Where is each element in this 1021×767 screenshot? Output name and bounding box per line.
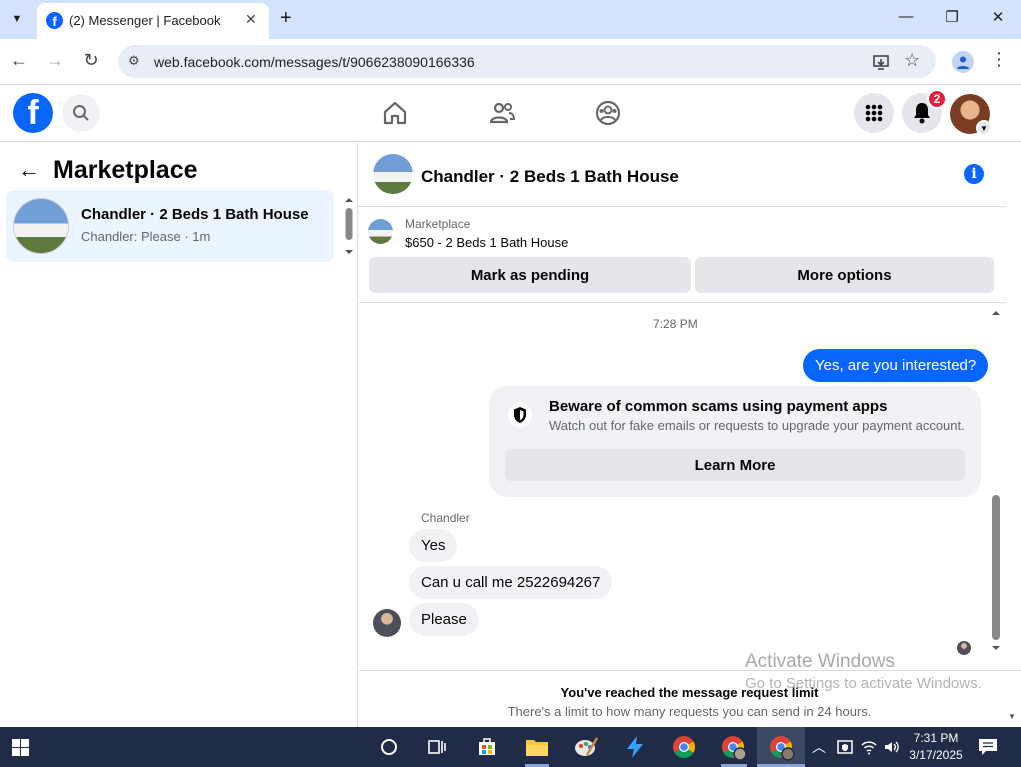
conversation-name: Chandler · 2 Beds 1 Bath House xyxy=(81,206,309,223)
tab-title: (2) Messenger | Facebook xyxy=(69,13,221,28)
tray-security-icon[interactable] xyxy=(836,738,854,756)
install-app-icon[interactable] xyxy=(872,53,890,71)
browser-menu-icon[interactable]: ⋮ xyxy=(990,49,1008,69)
task-view-icon[interactable] xyxy=(427,737,447,757)
grid-icon xyxy=(865,104,883,122)
left-scrollbar[interactable] xyxy=(344,197,354,257)
chat-title[interactable]: Chandler · 2 Beds 1 Bath House xyxy=(421,167,679,187)
groups-icon[interactable] xyxy=(594,99,622,127)
conversation-item[interactable]: Chandler · 2 Beds 1 Bath House Chandler:… xyxy=(6,190,334,262)
friends-icon[interactable] xyxy=(488,99,516,127)
conversation-list-panel: ← Marketplace Chandler · 2 Beds 1 Bath H… xyxy=(0,142,358,727)
action-center-icon[interactable] xyxy=(978,738,998,756)
windows-taskbar: ︿ 7:31 PM 3/17/2025 xyxy=(0,727,1021,767)
scam-warning-title: Beware of common scams using payment app… xyxy=(549,398,888,415)
shield-icon xyxy=(508,403,532,427)
panel-title: Marketplace xyxy=(53,156,198,184)
search-button[interactable] xyxy=(62,94,100,132)
site-settings-icon[interactable]: ⚙ xyxy=(128,53,140,69)
facebook-header: f xyxy=(0,85,1021,142)
limit-subtitle: There's a limit to how many requests you… xyxy=(507,704,872,719)
volume-icon[interactable] xyxy=(883,738,901,756)
more-options-button[interactable]: More options xyxy=(695,257,994,293)
listing-price-title[interactable]: $650 - 2 Beds 1 Bath House xyxy=(405,235,568,250)
restore-button[interactable]: ❐ xyxy=(937,8,967,26)
message-timestamp: 7:28 PM xyxy=(653,317,698,331)
browser-toolbar: ← → ↻ ⚙ web.facebook.com/messages/t/9066… xyxy=(0,39,1021,85)
url-text[interactable]: web.facebook.com/messages/t/906623809016… xyxy=(154,54,475,70)
reload-icon[interactable]: ↻ xyxy=(79,50,103,71)
outgoing-message[interactable]: Yes, are you interested? xyxy=(803,349,989,382)
chrome-active-icon[interactable] xyxy=(769,735,795,761)
file-explorer-icon[interactable] xyxy=(525,736,549,758)
window-close-button[interactable]: ✕ xyxy=(983,8,1013,26)
tray-chevron-up-icon[interactable]: ︿ xyxy=(812,737,826,757)
forward-icon[interactable]: → xyxy=(43,50,67,71)
info-icon[interactable]: i xyxy=(964,164,984,184)
new-tab-button[interactable]: + xyxy=(280,8,292,28)
back-arrow-icon[interactable]: ← xyxy=(18,157,40,183)
notification-badge: 2 xyxy=(927,89,947,109)
tab-search-chevron-icon[interactable]: ▼ xyxy=(6,8,28,30)
account-chevron-down-icon[interactable]: ▼ xyxy=(976,120,992,136)
sender-name: Chandler xyxy=(421,511,470,525)
limit-title: You've reached the message request limit xyxy=(560,685,819,700)
tab-close-icon[interactable]: ✕ xyxy=(245,11,257,28)
cortana-icon[interactable] xyxy=(379,737,399,757)
scam-warning-card: Beware of common scams using payment app… xyxy=(489,386,981,497)
learn-more-button[interactable]: Learn More xyxy=(505,449,965,481)
message-limit-notice: You've reached the message request limit… xyxy=(358,670,1021,727)
minimize-button[interactable]: — xyxy=(891,8,921,25)
browser-tab[interactable]: f (2) Messenger | Facebook ✕ xyxy=(37,3,269,39)
back-icon[interactable]: ← xyxy=(7,50,31,71)
listing-bar: Marketplace $650 - 2 Beds 1 Bath House M… xyxy=(358,207,1006,303)
incoming-message[interactable]: Can u call me 2522694267 xyxy=(409,566,613,599)
page-scroll-down-icon[interactable]: ▼ xyxy=(1008,712,1016,721)
store-icon[interactable] xyxy=(476,735,498,757)
listing-small-thumbnail[interactable] xyxy=(368,219,393,244)
wifi-icon[interactable] xyxy=(860,738,878,756)
windows-start-icon[interactable] xyxy=(12,739,29,756)
listing-category: Marketplace xyxy=(405,217,471,231)
conversation-preview: Chandler: Please · 1m xyxy=(81,229,211,244)
tab-strip: ▼ f (2) Messenger | Facebook ✕ + — ❐ ✕ xyxy=(0,0,1021,39)
scam-warning-subtitle: Watch out for fake emails or requests to… xyxy=(549,418,965,433)
sender-avatar[interactable] xyxy=(373,609,401,637)
taskbar-time[interactable]: 7:31 PM xyxy=(908,731,964,745)
menu-grid-button[interactable] xyxy=(854,93,894,133)
power-automate-icon[interactable] xyxy=(623,735,647,759)
bookmark-star-icon[interactable]: ☆ xyxy=(904,50,920,71)
search-icon xyxy=(73,105,89,121)
incoming-message[interactable]: Yes xyxy=(409,529,458,562)
chat-scrollbar[interactable] xyxy=(990,305,1002,650)
seen-receipt-avatar xyxy=(957,641,971,655)
chrome-icon[interactable] xyxy=(672,735,696,759)
address-bar[interactable]: ⚙ web.facebook.com/messages/t/9066238090… xyxy=(118,45,936,78)
chrome-profile-icon[interactable] xyxy=(721,735,747,761)
paint-icon[interactable] xyxy=(573,735,599,759)
home-icon[interactable] xyxy=(381,99,409,127)
mark-as-pending-button[interactable]: Mark as pending xyxy=(369,257,691,293)
profile-icon[interactable] xyxy=(952,51,974,73)
listing-thumbnail xyxy=(13,198,69,254)
chat-avatar[interactable] xyxy=(373,154,413,194)
facebook-logo-icon[interactable]: f xyxy=(13,93,53,133)
chat-header: Chandler · 2 Beds 1 Bath House i xyxy=(358,142,1006,207)
facebook-favicon-icon: f xyxy=(46,12,63,29)
incoming-message[interactable]: Please xyxy=(409,603,479,636)
taskbar-date[interactable]: 3/17/2025 xyxy=(908,748,964,762)
